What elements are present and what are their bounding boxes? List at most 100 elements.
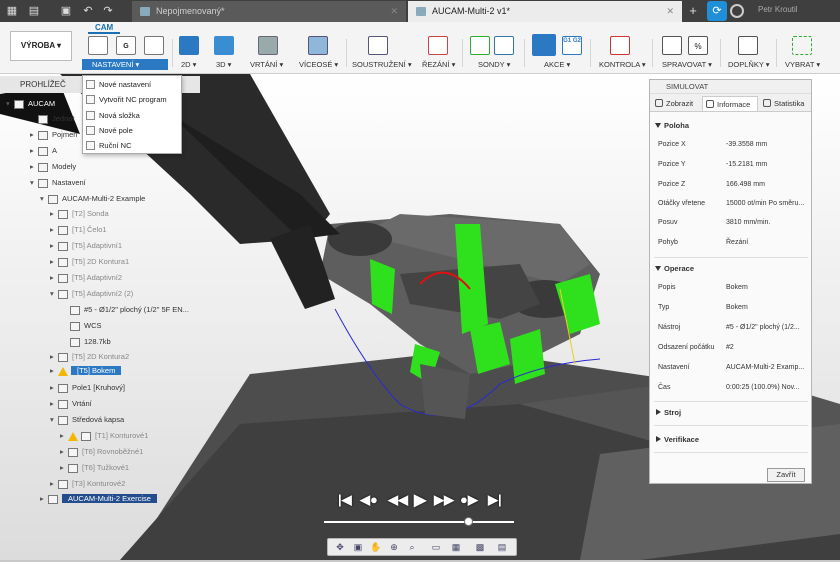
simulation-timeline[interactable] [324, 521, 514, 523]
add-ins-gear-icon [738, 36, 758, 55]
tree-row-op[interactable]: ▸ [T1] Čelo1 [50, 223, 107, 236]
pan-hand-icon[interactable]: ✋ [370, 542, 382, 553]
skip-to-end-icon[interactable]: ▶| [488, 492, 502, 508]
play-icon[interactable]: ▶ [414, 490, 426, 510]
folder-open-icon [88, 36, 108, 55]
tree-row-op[interactable]: ▸ [T5] 2D Kontura2 [50, 350, 129, 363]
fit-icon[interactable]: ⌕ [406, 542, 418, 553]
menu-item-new-folder[interactable]: Nová složka [83, 108, 181, 123]
menu-item-create-nc-program[interactable]: Vytvořit NC program [83, 92, 181, 107]
tree-row-op[interactable]: ▸ [T5] Adaptivní2 [50, 271, 122, 284]
section-verification[interactable]: Verifikace [650, 432, 811, 448]
close-tab-icon[interactable]: ✕ [666, 1, 674, 22]
group-viceose[interactable]: VÍCEOSÉ ▾ [298, 36, 340, 70]
look-at-icon[interactable]: ▣ [352, 542, 364, 553]
group-label: AKCE ▾ [544, 60, 571, 69]
grid-icon[interactable]: ▦ [450, 542, 462, 553]
group-soustruzeni[interactable]: SOUSTRUŽENÍ ▾ [352, 36, 412, 70]
step-forward-icon[interactable]: ▶▶ [434, 492, 454, 508]
document-tab-unnamed[interactable]: Nepojmenovaný* ✕ [132, 1, 406, 22]
menu-item-manual-nc[interactable]: Ruční NC [83, 138, 181, 153]
group-vybrat[interactable]: VYBRAT ▾ [782, 36, 832, 70]
tab-statistics[interactable]: Statistika [760, 96, 810, 111]
menu-item-new-setup[interactable]: Nové nastavení [83, 77, 181, 92]
timeline-scrubber-handle[interactable] [464, 517, 473, 526]
group-spravovat[interactable]: % SPRAVOVAT ▾ [658, 36, 714, 70]
save-icon[interactable]: ▣ [58, 3, 74, 19]
tree-row-setup-exercise[interactable]: ▸ AUCAM-Multi-2 Exercise [40, 492, 157, 505]
tab-display[interactable]: Zobrazit [652, 96, 700, 111]
group-3d[interactable]: 3D ▾ [210, 36, 240, 70]
tab-info[interactable]: Informace [702, 96, 758, 111]
zoom-icon[interactable]: ⊕ [388, 542, 400, 553]
group-akce[interactable]: G1 G2 AKCE ▾ [530, 34, 586, 70]
file-icon[interactable]: ▤ [26, 3, 42, 19]
workspace-switcher-button[interactable]: VÝROBA ▾ [10, 31, 72, 61]
tree-row-op-selected[interactable]: ▸ [T5] Bokem [50, 364, 122, 377]
tree-row-root[interactable]: ▾ AUCAM [6, 97, 55, 110]
tree-row-pattern[interactable]: ▸ Pole1 [Kruhový] [50, 381, 125, 394]
tree-row-op[interactable]: ▸ [T5] Adaptivní1 [50, 239, 122, 252]
next-operation-icon[interactable]: ●▶ [460, 492, 478, 508]
tab-cam[interactable]: CAM [88, 23, 121, 34]
close-button[interactable]: Zavřít [767, 468, 805, 482]
tree-row-units[interactable]: Jednot [30, 112, 75, 125]
operation-icon [58, 289, 68, 299]
group-kontrola[interactable]: KONTROLA ▾ [596, 36, 646, 70]
section-operation[interactable]: Operace [650, 261, 811, 277]
previous-operation-icon[interactable]: ◀● [360, 492, 378, 508]
toolbar-divider [720, 39, 721, 67]
tree-row-op[interactable]: ▸ [T5] 2D Kontura1 [50, 255, 129, 268]
tree-row-tool[interactable]: #5 - Ø1/2" plochý (1/2" 5F EN... [70, 303, 189, 316]
tree-row-op[interactable]: ▸ [T2] Sonda [50, 207, 109, 220]
more-options-icon[interactable]: ▤ [496, 542, 508, 553]
tree-row-setup-example[interactable]: ▾ AUCAM-Multi-2 Example [40, 192, 145, 205]
display-icon [655, 99, 663, 107]
new-tab-plus-icon[interactable]: + [685, 3, 701, 19]
close-tab-icon[interactable]: ✕ [390, 1, 398, 22]
operation-icon [58, 479, 68, 489]
tree-row-wcs[interactable]: WCS [70, 319, 102, 332]
visibility-eye-icon[interactable] [38, 162, 48, 172]
undo-icon[interactable]: ↶ [80, 3, 96, 19]
tree-row-pocket[interactable]: ▾ Středová kapsa [50, 413, 124, 426]
orbit-icon[interactable]: ✥ [334, 542, 346, 553]
tree-row-op[interactable]: ▸ [T6] Tužkové1 [60, 461, 129, 474]
document-tab-aucam[interactable]: AUCAM-Multi-2 v1* ✕ [408, 1, 682, 22]
tree-row-named-views[interactable]: ▸ Pojmen [30, 128, 77, 141]
group-vrtani[interactable]: VRTÁNÍ ▾ [250, 36, 288, 70]
tree-row-models[interactable]: ▸ Modely [30, 160, 76, 173]
tree-row-size[interactable]: 128.7kb [70, 335, 111, 348]
tool-library-icon [662, 36, 682, 55]
tree-row-op[interactable]: ▸ [T6] Rovnoběžné1 [60, 445, 143, 458]
group-nastaveni[interactable]: G NASTAVENÍ ▾ [86, 36, 170, 70]
template-icon: % [688, 36, 708, 55]
operation-icon [58, 257, 68, 267]
section-position[interactable]: Poloha [650, 118, 811, 134]
display-settings-icon[interactable]: ▭ [430, 542, 442, 553]
tree-row-a[interactable]: ▸ A [30, 144, 57, 157]
visibility-eye-icon[interactable] [38, 146, 48, 156]
group-sondy[interactable]: SONDY ▾ [468, 36, 518, 70]
nastaveni-dropdown-menu: Nové nastavení Vytvořit NC program Nová … [82, 75, 182, 154]
app-grid-icon[interactable]: ▦ [4, 3, 20, 19]
group-2d[interactable]: 2D ▾ [176, 36, 204, 70]
user-name[interactable]: Petr Kroutil [758, 5, 798, 14]
tree-row-setups[interactable]: ▾ Nastavení [30, 176, 86, 189]
group-doplnky[interactable]: DOPLŇKY ▾ [726, 36, 772, 70]
viewports-icon[interactable]: ▩ [474, 542, 486, 553]
section-machine[interactable]: Stroj [650, 405, 811, 421]
job-status-icon[interactable] [730, 4, 744, 18]
tree-row-op[interactable]: ▸ [T1] Konturové1 [60, 429, 148, 442]
step-back-icon[interactable]: ◀◀ [388, 492, 408, 508]
redo-icon[interactable]: ↷ [100, 3, 116, 19]
skip-to-start-icon[interactable]: |◀ [338, 492, 352, 508]
document-icon [416, 7, 426, 16]
online-status-icon[interactable]: ⟳ [707, 1, 727, 21]
tree-row-op[interactable]: ▾ [T5] Adaptivní2 (2) [50, 287, 133, 300]
menu-item-new-pattern[interactable]: Nové pole [83, 123, 181, 138]
simulate-panel-title[interactable]: SIMULOVAT [650, 80, 811, 94]
tree-row-op[interactable]: ▸ [T3] Konturové2 [50, 477, 125, 490]
tree-row-drilling[interactable]: ▸ Vrtání [50, 397, 92, 410]
group-rezani[interactable]: ŘEZÁNÍ ▾ [420, 36, 456, 70]
